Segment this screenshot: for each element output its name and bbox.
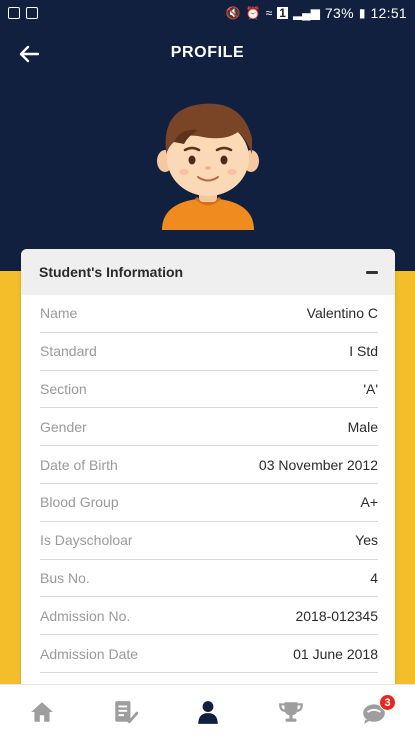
trophy-icon <box>278 702 303 722</box>
nav-homework[interactable] <box>83 685 166 739</box>
row-value: I Std <box>349 343 378 360</box>
bottom-navigation: 3 <box>0 684 415 739</box>
info-row-gender: Gender Male <box>40 408 378 447</box>
info-row-blood-group: Blood Group A+ <box>40 484 378 522</box>
row-value: Male <box>347 418 378 435</box>
row-label: Date of Birth <box>40 456 118 473</box>
page-title: PROFILE <box>170 44 245 61</box>
collapse-button[interactable] <box>365 265 379 279</box>
card-header[interactable]: Student's Information <box>21 249 395 295</box>
signal-icon: ▂▄▆ <box>292 6 320 20</box>
row-value: Yes <box>355 532 378 549</box>
profile-icon <box>197 701 218 724</box>
row-value: 'A' <box>363 380 378 397</box>
checklist-icon <box>114 701 138 724</box>
row-label: Section <box>40 380 87 397</box>
row-label: Admission Date <box>40 645 139 662</box>
info-row-standard: Standard I Std <box>40 333 378 371</box>
nav-home[interactable] <box>0 685 83 739</box>
info-row-bus-no: Bus No. 4 <box>40 560 378 598</box>
gallery-notification-icon <box>8 7 20 19</box>
row-value: Valentino C <box>306 305 378 322</box>
row-label: Bus No. <box>40 569 90 586</box>
row-value: 2018-012345 <box>295 607 378 624</box>
student-information-card: Student's Information Name Valentino C St… <box>21 249 395 689</box>
row-label: Gender <box>40 418 87 435</box>
minus-icon <box>366 270 378 274</box>
status-left <box>8 7 38 19</box>
row-label: Blood Group <box>40 494 119 511</box>
card-title: Student's Information <box>39 264 184 280</box>
info-row-date-of-birth: Date of Birth 03 November 2012 <box>40 446 378 484</box>
row-label: Name <box>40 305 78 322</box>
row-value: 4 <box>370 569 378 586</box>
row-label: Admission No. <box>40 607 131 624</box>
info-rows: Name Valentino C Standard I Std Section 'A'… <box>21 295 395 673</box>
app-notification-icon <box>26 7 38 19</box>
row-value: 03 November 2012 <box>258 456 378 473</box>
wifi-icon: ≈ <box>265 6 273 20</box>
notification-badge: 3 <box>379 694 396 711</box>
clock: 12:51 <box>370 5 407 21</box>
status-right: 🔇 ⏰ ≈ 1 ▂▄▆ 73% ▮ 12:51 <box>226 5 407 21</box>
row-value: A+ <box>360 494 378 511</box>
nav-profile[interactable] <box>166 685 249 739</box>
status-bar: 🔇 ⏰ ≈ 1 ▂▄▆ 73% ▮ 12:51 <box>0 0 415 26</box>
info-row-name: Name Valentino C <box>40 295 378 333</box>
info-row-admission-date: Admission Date 01 June 2018 <box>40 635 378 673</box>
alarm-icon: ⏰ <box>245 6 261 20</box>
sim-badge: 1 <box>277 6 288 20</box>
home-icon <box>30 702 53 722</box>
row-label: Is Dayscholoar <box>40 532 133 549</box>
profile-header: PROFILE <box>0 26 415 271</box>
info-row-section: Section 'A' <box>40 371 378 409</box>
nav-notifications[interactable]: 3 <box>332 685 415 739</box>
info-row-dayscholar: Is Dayscholoar Yes <box>40 522 378 560</box>
mute-icon: 🔇 <box>225 6 241 20</box>
battery-icon: ▮ <box>358 6 366 20</box>
row-value: 01 June 2018 <box>293 645 378 662</box>
nav-achievements[interactable] <box>249 685 332 739</box>
row-label: Standard <box>40 343 97 360</box>
info-row-admission-no: Admission No. 2018-012345 <box>40 597 378 636</box>
avatar <box>157 103 259 230</box>
battery-percent: 73% <box>324 5 354 21</box>
